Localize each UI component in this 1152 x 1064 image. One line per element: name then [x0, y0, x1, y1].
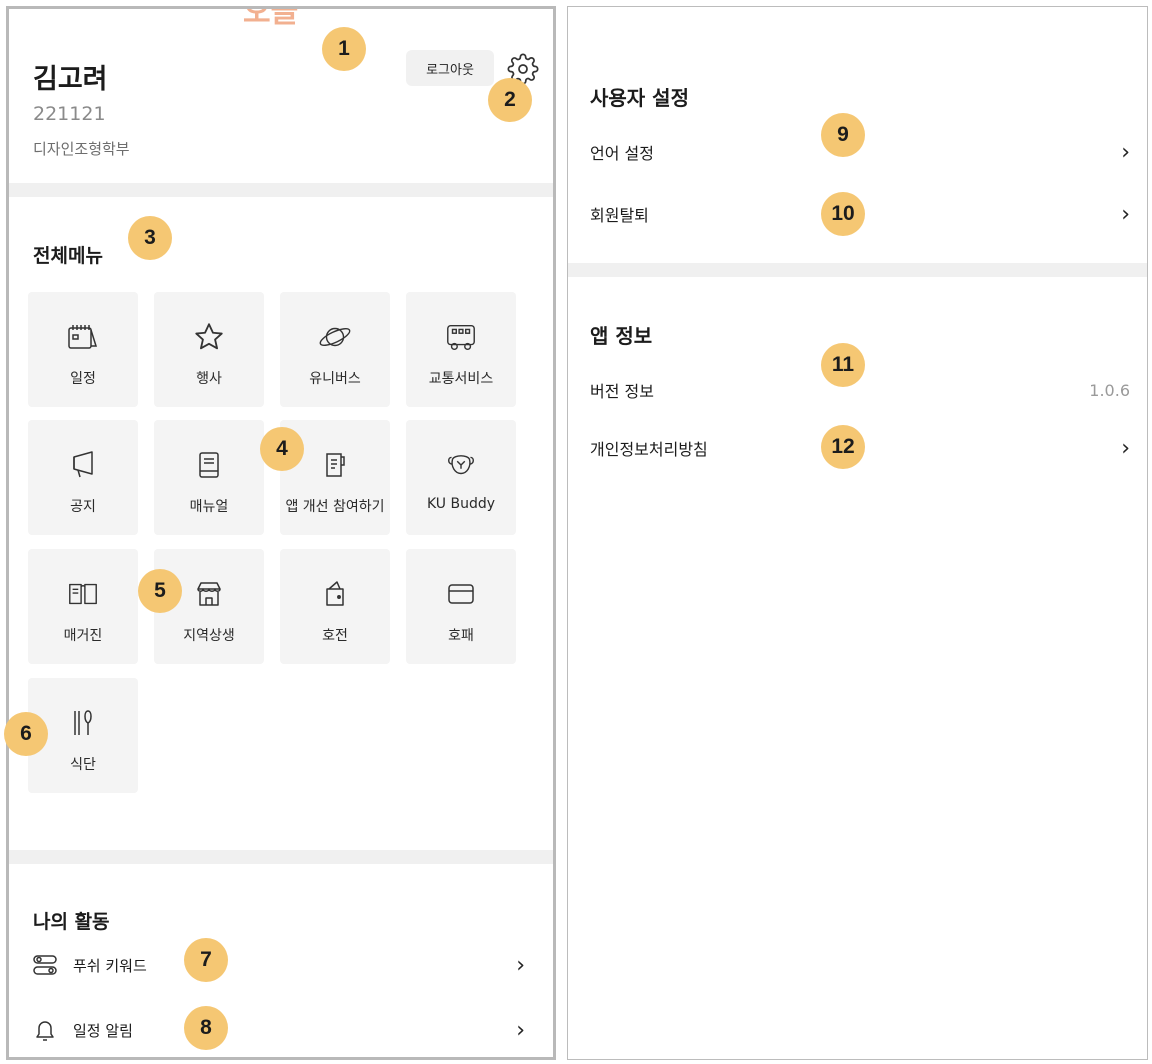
menu-tile-universe[interactable]: 유니버스	[280, 292, 390, 407]
my-activity-title: 나의 활동	[33, 911, 110, 933]
annotation-badge: 2	[488, 78, 532, 122]
menu-tile-notice[interactable]: 공지	[28, 420, 138, 535]
utensils-icon	[66, 706, 100, 740]
menu-tile-manual[interactable]: 매뉴얼	[154, 420, 264, 535]
menu-tile-hojeon[interactable]: 호전	[280, 549, 390, 664]
manual-book-icon	[192, 448, 226, 482]
all-menu-title: 전체메뉴	[33, 245, 103, 267]
chevron-right-icon: ›	[1121, 201, 1130, 227]
chevron-right-icon: ›	[516, 1017, 525, 1043]
section-divider	[9, 850, 553, 864]
menu-tile-ku-buddy[interactable]: KU Buddy	[406, 420, 516, 535]
annotation-badge: 4	[260, 427, 304, 471]
student-id: 221121	[33, 103, 106, 125]
main-menu-panel: 오늘 김고려 221121 디자인조형학부 로그아웃 전체메뉴 일정 행사 유니…	[6, 6, 556, 1060]
menu-tile-events[interactable]: 행사	[154, 292, 264, 407]
open-book-icon	[66, 577, 100, 611]
chevron-right-icon: ›	[1121, 435, 1130, 461]
annotation-badge: 9	[821, 113, 865, 157]
tile-label: 지역상생	[183, 628, 235, 644]
push-keyword-row[interactable]: 푸쉬 키워드 ›	[31, 945, 531, 985]
card-icon	[444, 577, 478, 611]
tile-label: 매뉴얼	[189, 499, 229, 515]
annotation-badge: 12	[821, 425, 865, 469]
menu-tile-magazine[interactable]: 매거진	[28, 549, 138, 664]
bus-icon	[444, 320, 478, 354]
menu-tile-hopae[interactable]: 호패	[406, 549, 516, 664]
store-icon	[192, 577, 226, 611]
star-icon	[192, 320, 226, 354]
row-label: 일정 알림	[73, 1021, 133, 1040]
version-value: 1.0.6	[1089, 380, 1130, 400]
tile-label: 공지	[70, 499, 96, 515]
annotation-badge: 10	[821, 192, 865, 236]
calendar-icon	[66, 320, 100, 354]
annotation-badge: 6	[4, 712, 48, 756]
row-label: 개인정보처리방침	[590, 440, 708, 459]
chevron-right-icon: ›	[516, 952, 525, 978]
toggle-icon	[31, 951, 59, 979]
logout-button[interactable]: 로그아웃	[406, 50, 494, 86]
settings-panel: 사용자 설정 언어 설정 › 회원탈퇴 › 앱 정보 버전 정보 1.0.6 개…	[567, 6, 1148, 1060]
tile-label: KU Buddy	[426, 496, 496, 512]
tile-label: 일정	[70, 371, 96, 387]
row-label: 언어 설정	[590, 144, 654, 163]
menu-tile-schedule[interactable]: 일정	[28, 292, 138, 407]
annotation-badge: 7	[184, 938, 228, 982]
annotation-badge: 8	[184, 1006, 228, 1050]
tile-label: 매거진	[63, 628, 103, 644]
app-info-title: 앱 정보	[590, 324, 653, 348]
wallet-icon	[318, 577, 352, 611]
tile-label: 행사	[196, 371, 222, 387]
department: 디자인조형학부	[33, 140, 130, 158]
tile-label: 호전	[322, 628, 348, 644]
tile-label: 교통서비스	[428, 371, 494, 387]
annotation-badge: 11	[821, 343, 865, 387]
section-divider	[9, 183, 553, 197]
user-settings-title: 사용자 설정	[590, 86, 689, 110]
schedule-alert-row[interactable]: 일정 알림 ›	[31, 1010, 531, 1050]
tiger-icon	[444, 448, 478, 482]
megaphone-icon	[66, 448, 100, 482]
tile-label: 유니버스	[309, 371, 361, 387]
cropped-header-text: 오늘	[243, 6, 299, 30]
feedback-icon	[318, 448, 352, 482]
menu-tile-transport[interactable]: 교통서비스	[406, 292, 516, 407]
planet-icon	[318, 320, 352, 354]
chevron-right-icon: ›	[1121, 139, 1130, 165]
row-label: 버전 정보	[590, 382, 654, 401]
user-name: 김고려	[33, 64, 108, 95]
tile-label: 앱 개선 참여하기	[285, 499, 385, 515]
tile-label: 식단	[70, 757, 96, 773]
bell-icon	[31, 1016, 59, 1044]
row-label: 회원탈퇴	[590, 206, 649, 225]
tile-label: 호패	[448, 628, 474, 644]
section-divider	[568, 263, 1147, 277]
annotation-badge: 1	[322, 27, 366, 71]
annotation-badge: 5	[138, 569, 182, 613]
row-label: 푸쉬 키워드	[73, 956, 147, 975]
annotation-badge: 3	[128, 216, 172, 260]
